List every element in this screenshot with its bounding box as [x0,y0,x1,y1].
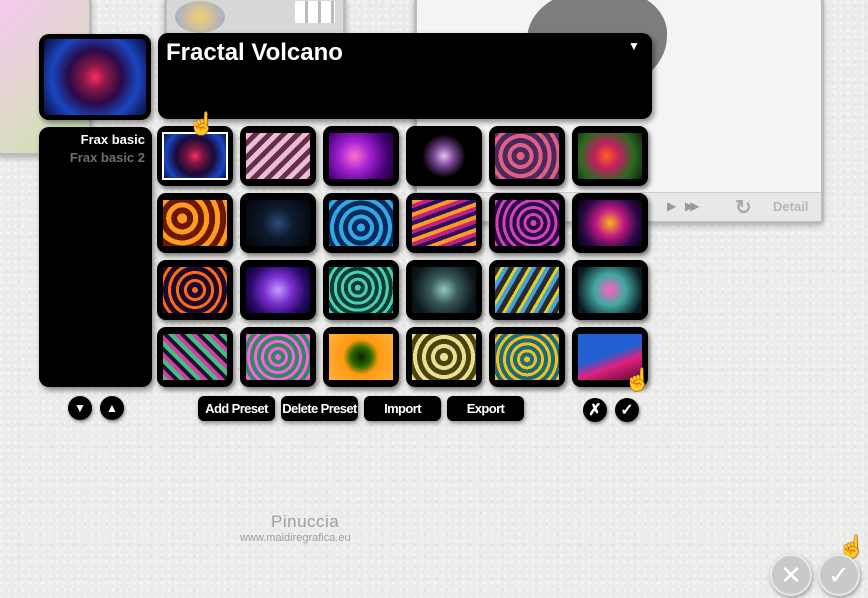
preset-thumbnail[interactable] [489,126,565,186]
detail-label[interactable]: Detail [773,199,808,214]
preset-thumbnail-image [162,132,228,180]
category-list: Frax basic Frax basic 2 [39,127,152,387]
preset-thumbnail[interactable] [323,327,399,387]
preset-thumbnail-image [578,200,642,246]
preset-thumbnail[interactable] [323,193,399,253]
preset-thumbnail-image [163,334,227,380]
preset-thumbnail-image [412,200,476,246]
preset-thumbnail-image [329,133,393,179]
preset-thumbnail[interactable] [489,193,565,253]
preset-thumbnail-image [495,133,559,179]
preset-thumbnail[interactable] [240,126,316,186]
cancel-button[interactable]: ✗ [583,398,607,422]
watermark-url: www.maidiregrafica.eu [240,532,351,544]
preset-thumbnail-image [578,267,642,313]
category-item-frax-basic-2[interactable]: Frax basic 2 [70,150,145,165]
preset-thumbnail-image [412,133,476,179]
preset-thumbnail[interactable] [157,260,233,320]
fast-forward-icon[interactable]: ▶▶ [685,199,700,213]
selected-preset-preview [39,34,151,120]
preset-thumbnail[interactable] [240,193,316,253]
preset-title: Fractal Volcano [166,39,343,66]
preset-thumbnail-image [495,334,559,380]
preset-thumbnail[interactable] [489,260,565,320]
preset-thumbnail-image [246,267,310,313]
pointing-hand-icon: ☝ [188,111,216,136]
arrow-up-icon[interactable]: ▲ [100,396,124,420]
preset-thumbnail[interactable] [572,126,648,186]
preset-thumbnail[interactable] [240,327,316,387]
preset-thumbnail[interactable] [572,193,648,253]
preset-thumbnail[interactable] [406,193,482,253]
main-cancel-button[interactable]: ✕ [770,554,812,596]
background-grid-icon [295,1,335,23]
preset-thumbnail-image [578,133,642,179]
triangle-down-icon[interactable]: ▼ [628,39,640,53]
preset-thumbnail-image [329,267,393,313]
category-item-frax-basic[interactable]: Frax basic [81,132,145,147]
add-preset-button[interactable]: Add Preset [198,396,275,421]
watermark-name: Pinuccia [271,512,340,531]
preset-thumbnail-image [495,267,559,313]
preset-thumbnail-image [163,267,227,313]
export-button[interactable]: Export [447,396,524,421]
preset-thumbnail-image [163,200,227,246]
preset-thumbnail[interactable] [572,260,648,320]
pointing-hand-icon: ☝ [624,367,652,392]
preview-image [44,39,146,115]
preset-thumbnail-image [412,267,476,313]
main-ok-button[interactable]: ✓ [818,554,860,596]
preset-thumbnail[interactable] [240,260,316,320]
play-icon[interactable]: ▶ [667,199,676,213]
preset-thumbnail-image [412,334,476,380]
delete-preset-button[interactable]: Delete Preset [281,396,358,421]
preset-thumbnail[interactable] [406,327,482,387]
ok-button[interactable]: ✓ [615,398,639,422]
preset-thumbnail[interactable] [489,327,565,387]
preset-thumbnail-image [246,200,310,246]
preset-thumbnail[interactable] [406,126,482,186]
arrow-down-icon[interactable]: ▼ [68,396,92,420]
background-preview-thumb [175,1,225,33]
preset-thumbnail-image [246,334,310,380]
preset-thumbnail-image [246,133,310,179]
import-button[interactable]: Import [364,396,441,421]
preset-title-panel: Fractal Volcano ▼ [158,33,652,119]
preset-thumbnail[interactable] [323,126,399,186]
preset-thumbnail-image [329,334,393,380]
preset-thumbnail-image [495,200,559,246]
preset-thumbnail[interactable] [323,260,399,320]
preset-thumbnail[interactable] [157,327,233,387]
preset-thumbnail[interactable] [406,260,482,320]
reset-icon[interactable]: ↻ [735,195,752,220]
preset-thumbnail-image [329,200,393,246]
preset-thumbnail[interactable] [157,193,233,253]
